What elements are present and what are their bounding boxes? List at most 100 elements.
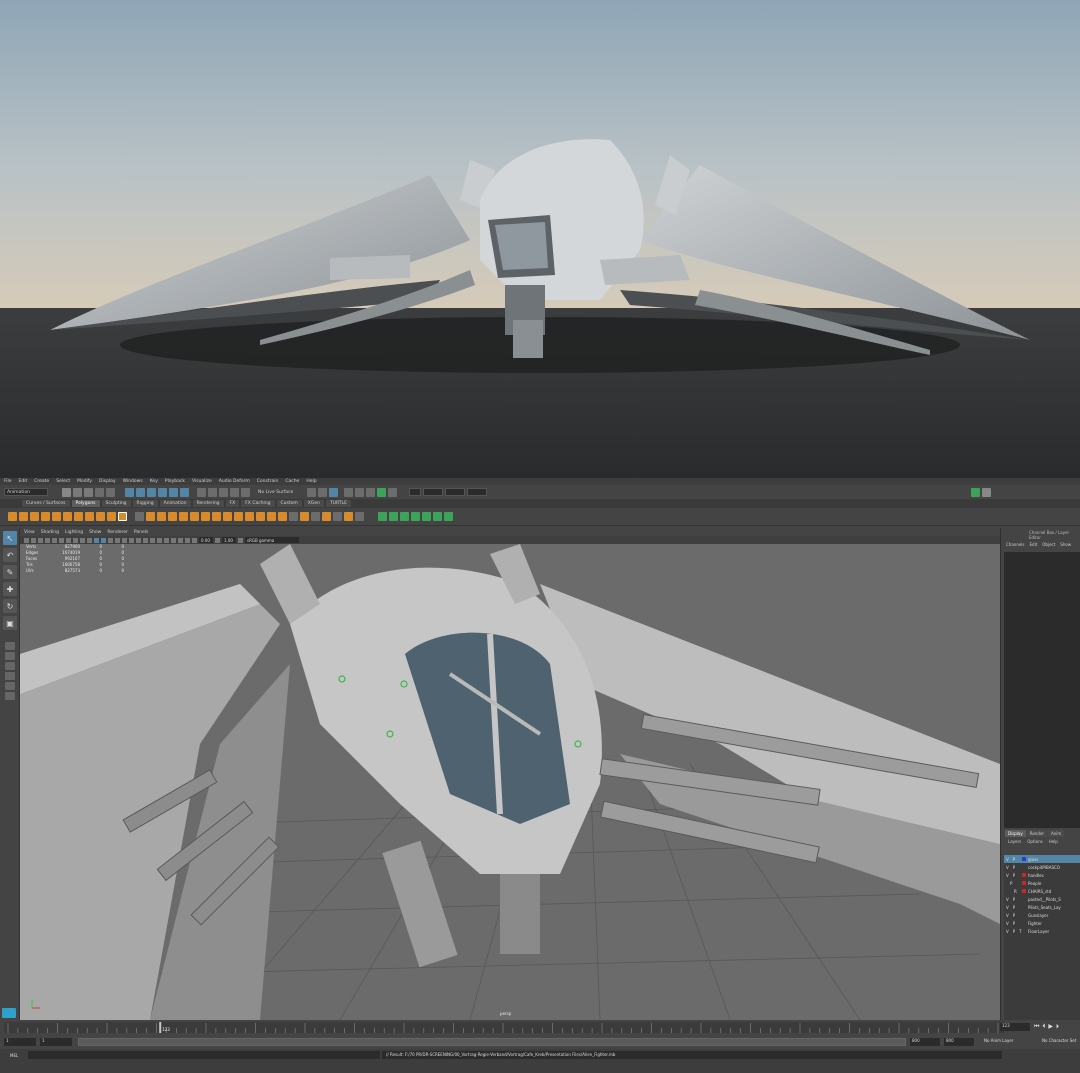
mirror-icon[interactable] [201, 512, 210, 521]
xray-components-icon[interactable] [185, 537, 190, 543]
menu-edit[interactable]: Edit [19, 479, 28, 484]
go-to-start-icon[interactable]: ⏮ [1034, 1023, 1039, 1031]
current-frame-field[interactable]: 123 [1000, 1023, 1030, 1031]
open-scene-icon[interactable] [73, 487, 82, 497]
extract-icon[interactable] [157, 512, 166, 521]
wireframe-icon[interactable] [94, 537, 99, 543]
layer-flag-t[interactable]: R [1014, 889, 1017, 894]
poly-platonic-icon[interactable] [85, 512, 94, 521]
custom-tool-1-icon[interactable] [378, 512, 387, 521]
aa-icon[interactable] [150, 537, 155, 543]
gate-mask-icon[interactable] [73, 537, 78, 543]
character-set-dropdown[interactable]: No Character Set [1040, 1038, 1080, 1046]
layout-four-icon[interactable] [5, 652, 15, 660]
textured-icon[interactable] [115, 537, 120, 543]
vp-menu-view[interactable]: View [24, 530, 35, 535]
shadows-icon[interactable] [129, 537, 134, 543]
exposure-field[interactable]: 0.00 [199, 537, 213, 543]
select-tool-icon[interactable]: ↖ [3, 531, 17, 545]
poly-svg-icon[interactable] [118, 512, 127, 521]
menu-key[interactable]: Key [150, 479, 158, 484]
shelf-tab-rendering[interactable]: Rendering [192, 500, 224, 507]
poly-cone-icon[interactable] [41, 512, 50, 521]
snap-surface-icon[interactable] [241, 487, 250, 497]
layer-flags[interactable]: VP [1006, 905, 1020, 910]
poly-torus-icon[interactable] [52, 512, 61, 521]
layer-row[interactable]: V Pglass [1004, 855, 1080, 863]
render-current-icon[interactable] [329, 487, 339, 497]
layer-flags[interactable]: VP [1006, 897, 1020, 902]
poly-cylinder-icon[interactable] [30, 512, 39, 521]
layer-flag-p[interactable]: P [1010, 881, 1012, 886]
shelf-tab-turtle[interactable]: TURTLE [325, 500, 351, 507]
poly-plane-icon[interactable] [63, 512, 72, 521]
workspace-icon[interactable] [971, 487, 981, 497]
custom-tool-7-icon[interactable] [444, 512, 453, 521]
step-forward-icon[interactable]: ⏵ [1056, 1023, 1059, 1031]
cb-menu-channels[interactable]: Channels [1006, 542, 1025, 550]
collapse-icon[interactable] [311, 512, 320, 521]
gamma-icon[interactable] [215, 537, 220, 543]
layer-flag-v[interactable]: V [1006, 873, 1009, 878]
menuset-dropdown[interactable]: Animation [4, 488, 48, 496]
shelf-tab-sculpting[interactable]: Sculpting [101, 500, 131, 507]
merge-icon[interactable] [300, 512, 309, 521]
layer-color-swatch[interactable] [1022, 921, 1026, 925]
le-menu-help[interactable]: Help [1049, 839, 1058, 845]
light-editor-icon[interactable] [388, 487, 398, 497]
target-weld-icon[interactable] [289, 512, 298, 521]
vp-menu-panels[interactable]: Panels [134, 530, 148, 535]
layer-flags[interactable]: VP [1006, 873, 1020, 878]
layer-tab-render[interactable]: Render [1026, 830, 1047, 837]
multicut-icon[interactable] [278, 512, 287, 521]
layer-flag-p[interactable]: P [1013, 905, 1015, 910]
smooth-icon[interactable] [179, 512, 188, 521]
poly-cube-icon[interactable] [19, 512, 28, 521]
grid-icon[interactable] [52, 537, 57, 543]
layer-color-swatch[interactable] [1022, 913, 1026, 917]
append-icon[interactable] [245, 512, 254, 521]
lasso-tool-icon[interactable]: ↶ [3, 548, 17, 562]
layer-row[interactable]: V P Fighter [1004, 919, 1080, 927]
shelf-tab-curves[interactable]: Curves / Surfaces [22, 500, 70, 507]
xray-icon[interactable] [171, 537, 176, 543]
menu-select[interactable]: Select [56, 479, 70, 484]
separate-icon[interactable] [146, 512, 155, 521]
menu-display[interactable]: Display [99, 479, 116, 484]
input-field-4[interactable] [467, 488, 488, 496]
ipr-icon[interactable] [344, 487, 354, 497]
layer-flags[interactable]: VP [1006, 913, 1020, 918]
le-menu-layers[interactable]: Layers [1008, 839, 1021, 845]
vp-menu-renderer[interactable]: Renderer [107, 530, 128, 535]
xray-joints-icon[interactable] [178, 537, 183, 543]
exposure-icon[interactable] [192, 537, 197, 543]
layer-flags[interactable]: VPT [1006, 929, 1022, 934]
layer-color-swatch[interactable] [1022, 905, 1026, 909]
resolution-gate-icon[interactable] [66, 537, 71, 543]
layer-color-swatch[interactable] [1022, 897, 1026, 901]
custom-tool-4-icon[interactable] [411, 512, 420, 521]
select-object-icon[interactable] [136, 487, 145, 497]
reduce-icon[interactable] [190, 512, 199, 521]
menu-windows[interactable]: Windows [123, 479, 143, 484]
step-back-icon[interactable]: ⏴ [1042, 1023, 1045, 1031]
make-hole-icon[interactable] [267, 512, 276, 521]
poly-type-icon[interactable] [107, 512, 116, 521]
menu-file[interactable]: File [4, 479, 12, 484]
mel-label[interactable]: MEL [10, 1053, 18, 1058]
layer-color-swatch[interactable] [1022, 865, 1026, 869]
layer-flags[interactable]: VP [1006, 865, 1020, 870]
layer-flags[interactable]: VP [1006, 857, 1020, 862]
rotate-tool-icon[interactable]: ↻ [3, 599, 17, 613]
snap-grid-icon[interactable] [197, 487, 206, 497]
image-plane-icon[interactable] [45, 537, 50, 543]
layer-flags[interactable]: R [1006, 889, 1020, 894]
input-field-1[interactable] [409, 488, 422, 496]
history-icon[interactable] [307, 487, 317, 497]
cb-menu-edit[interactable]: Edit [1030, 542, 1038, 550]
layer-row[interactable]: V Ppasted__Pilots_S [1004, 895, 1080, 903]
select-component-icon[interactable] [147, 487, 156, 497]
shelf-tab-fx[interactable]: FX [225, 500, 240, 507]
vp-menu-shading[interactable]: Shading [41, 530, 59, 535]
move-tool-icon[interactable]: ✚ [3, 582, 17, 596]
